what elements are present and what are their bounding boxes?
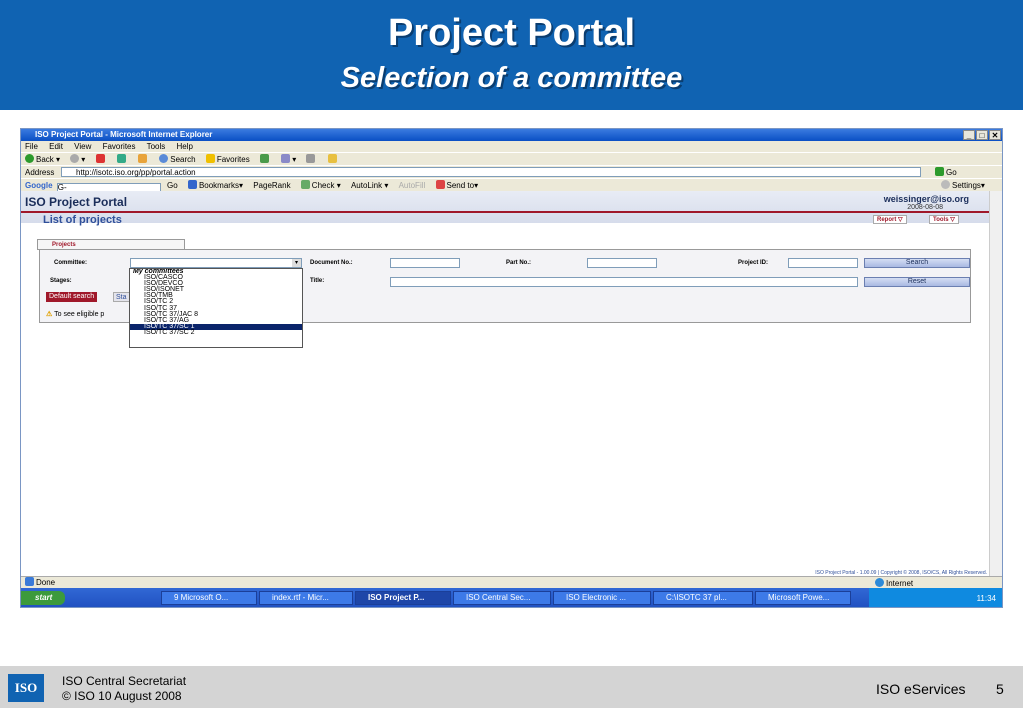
- stages-label: Stages:: [50, 278, 72, 284]
- star-icon: [205, 154, 215, 163]
- status-text: Done: [36, 578, 56, 587]
- page-number: 5: [996, 681, 1004, 697]
- document-input[interactable]: [390, 258, 460, 268]
- default-search-button[interactable]: Default search: [46, 292, 98, 302]
- window-titlebar[interactable]: ISO Project Portal - Microsoft Internet …: [21, 129, 1002, 141]
- taskbar: start 9 Microsoft O... index.rtf - Micr.…: [21, 588, 1002, 607]
- menu-tools[interactable]: Tools: [147, 142, 166, 151]
- taskbar-item[interactable]: C:\ISOTC 37 pl...: [653, 591, 753, 605]
- project-id-input[interactable]: [788, 258, 858, 268]
- system-tray: 11:34: [869, 588, 1002, 607]
- menu-bar: File Edit View Favorites Tools Help: [21, 141, 1002, 152]
- list-title: List of projects: [43, 214, 122, 226]
- page-content: ISO Project Portal List of projects weis…: [21, 191, 989, 576]
- taskbar-item[interactable]: ISO Central Sec...: [453, 591, 551, 605]
- menu-view[interactable]: View: [74, 142, 91, 151]
- iso-logo: ISO: [8, 674, 44, 702]
- footer-service: ISO eServices: [876, 681, 966, 697]
- start-button[interactable]: start: [21, 591, 65, 605]
- taskbar-item[interactable]: 9 Microsoft O...: [161, 591, 257, 605]
- security-zone: Internet: [875, 578, 913, 588]
- slide-footer: ISO ISO Central Secretariat © ISO 10 Aug…: [0, 666, 1023, 708]
- menu-help[interactable]: Help: [177, 142, 193, 151]
- page-scrollbar[interactable]: [989, 191, 1002, 576]
- search-submit-button[interactable]: Search: [864, 258, 970, 268]
- search-icon: [159, 154, 169, 163]
- chevron-down-icon: ▽: [898, 217, 903, 223]
- google-toolbar: Google G- Go Bookmarks▾ PageRank Check ▾…: [21, 178, 1002, 193]
- user-email: weissinger@iso.org: [883, 194, 969, 204]
- menu-favorites[interactable]: Favorites: [103, 142, 136, 151]
- bookmark-star-icon: [187, 180, 197, 189]
- portal-title: ISO Project Portal: [25, 195, 128, 209]
- stages-button[interactable]: Sta: [113, 292, 130, 302]
- header-divider: [21, 211, 989, 213]
- home-icon: [138, 154, 147, 163]
- clock[interactable]: 11:34: [977, 594, 996, 603]
- committee-label: Committee:: [54, 260, 88, 266]
- forward-arrow-icon: [70, 154, 80, 163]
- hint-message: ⚠ To see eligible p: [46, 311, 105, 318]
- title-input[interactable]: [390, 277, 858, 287]
- part-label: Part No.:: [506, 260, 532, 266]
- tools-button[interactable]: Tools ▽: [929, 215, 959, 224]
- print-icon: [306, 154, 316, 163]
- refresh-icon: [116, 154, 126, 163]
- address-input[interactable]: http://isotc.iso.org/pp/portal.action: [61, 167, 921, 177]
- page-icon: [25, 577, 34, 586]
- menu-edit[interactable]: Edit: [49, 142, 63, 151]
- taskbar-item[interactable]: ISO Electronic ...: [553, 591, 651, 605]
- document-label: Document No.:: [310, 260, 353, 266]
- footer-copyright: © ISO 10 August 2008: [62, 689, 182, 703]
- title-label: Title:: [310, 278, 325, 284]
- slide-subtitle: Selection of a committee: [340, 62, 683, 94]
- go-arrow-icon: [935, 167, 944, 176]
- chevron-down-icon[interactable]: ▾: [292, 259, 301, 267]
- portal-header: ISO Project Portal List of projects weis…: [21, 191, 989, 226]
- settings-icon: [941, 180, 950, 189]
- window-title: ISO Project Portal - Microsoft Internet …: [35, 130, 213, 139]
- folder-icon: [327, 154, 337, 163]
- globe-icon: [875, 578, 884, 587]
- reset-button[interactable]: Reset: [864, 277, 970, 287]
- back-arrow-icon: [25, 154, 34, 163]
- title-banner: Project Portal Selection of a committee: [0, 0, 1023, 110]
- standard-toolbar: Back ▾ ▾ Search Favorites ▾: [21, 152, 1002, 165]
- address-bar: Address http://isotc.iso.org/pp/portal.a…: [21, 165, 1002, 178]
- menu-file[interactable]: File: [25, 142, 38, 151]
- taskbar-item[interactable]: Microsoft Powe...: [755, 591, 851, 605]
- send-icon: [435, 180, 445, 189]
- part-input[interactable]: [587, 258, 657, 268]
- warning-icon: ⚠: [46, 311, 53, 318]
- project-id-label: Project ID:: [738, 260, 769, 266]
- history-icon: [259, 154, 269, 163]
- taskbar-item-active[interactable]: ISO Project P...: [355, 591, 451, 605]
- footer-org: ISO Central Secretariat: [62, 674, 187, 688]
- close-button[interactable]: ✕: [989, 130, 1001, 140]
- browser-window: ISO Project Portal - Microsoft Internet …: [20, 128, 1003, 608]
- committee-dropdown-list[interactable]: My committees ISO/CASCO ISO/DEVCO ISO/IS…: [129, 268, 303, 348]
- slide: Project Portal Selection of a committee …: [0, 0, 1023, 708]
- maximize-button[interactable]: □: [976, 130, 988, 140]
- stop-icon: [95, 154, 105, 163]
- status-bar: Done Internet: [21, 576, 1002, 588]
- taskbar-item[interactable]: index.rtf - Micr...: [259, 591, 353, 605]
- slide-title: Project Portal: [387, 12, 636, 54]
- user-date: 2008-08-08: [907, 204, 943, 211]
- address-label: Address: [25, 168, 55, 177]
- chevron-down-icon: ▽: [950, 217, 955, 223]
- committee-select[interactable]: ▾: [130, 258, 302, 268]
- report-button[interactable]: Report ▽: [873, 215, 907, 224]
- spellcheck-icon: [300, 180, 310, 189]
- mail-icon: [281, 154, 291, 163]
- minimize-button[interactable]: _: [963, 130, 975, 140]
- dropdown-option[interactable]: ISO/TC 37/SC 2: [130, 329, 302, 336]
